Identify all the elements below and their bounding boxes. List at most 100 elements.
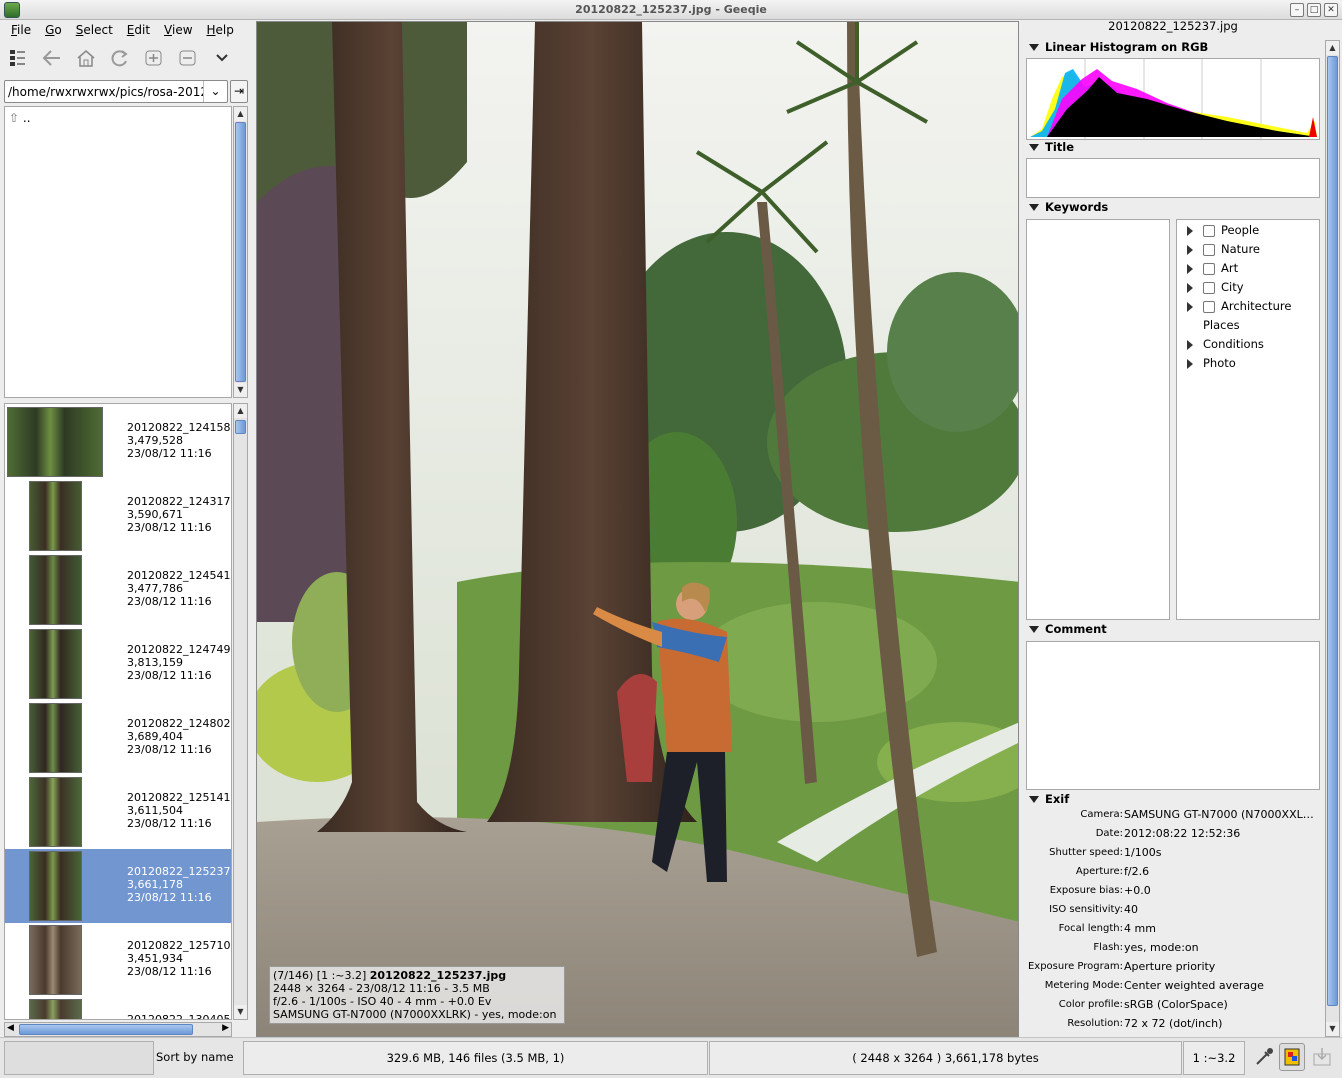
minimize-button[interactable]: – bbox=[1290, 3, 1304, 17]
home-button[interactable] bbox=[72, 44, 100, 72]
file-list-scrollbar[interactable]: ▲ ▼ bbox=[233, 403, 248, 1020]
file-thumbnail[interactable] bbox=[29, 703, 82, 773]
file-thumbnail[interactable] bbox=[29, 777, 82, 847]
scroll-thumb[interactable] bbox=[19, 1024, 193, 1035]
title-input[interactable] bbox=[1026, 158, 1320, 198]
scroll-up-icon[interactable]: ▲ bbox=[234, 107, 247, 121]
keyword-item[interactable]: Places bbox=[1187, 318, 1240, 332]
keyword-item[interactable]: People bbox=[1187, 223, 1259, 237]
exif-row: Camera: SAMSUNG GT-N7000 (N7000XXLRK) bbox=[1023, 808, 1323, 827]
keywords-section-header[interactable]: Keywords bbox=[1029, 200, 1108, 214]
thumbnails-toggle-button[interactable] bbox=[4, 44, 32, 72]
expander-triangle-icon[interactable] bbox=[1187, 358, 1193, 369]
scroll-thumb[interactable] bbox=[235, 420, 246, 434]
zoom-in-button[interactable] bbox=[140, 44, 168, 72]
toolbar-more-button[interactable] bbox=[208, 44, 236, 72]
path-combo[interactable]: /home/rwxrwxrwx/pics/rosa-2012 ⌄ bbox=[4, 80, 228, 103]
expander-triangle-icon[interactable] bbox=[1187, 263, 1193, 274]
keyword-tree[interactable]: People Nature Art City Architecture Places Con… bbox=[1176, 219, 1320, 620]
expander-triangle-icon[interactable] bbox=[1187, 282, 1193, 293]
menu-file[interactable]: File bbox=[4, 21, 38, 39]
comment-section-header[interactable]: Comment bbox=[1029, 622, 1107, 636]
keyword-item[interactable]: Conditions bbox=[1187, 337, 1264, 351]
keyword-checkbox[interactable] bbox=[1203, 224, 1215, 237]
keyword-item[interactable]: Photo bbox=[1187, 356, 1236, 370]
expander-triangle-icon[interactable] bbox=[1187, 301, 1193, 312]
scroll-left-icon[interactable]: ◀ bbox=[7, 1023, 14, 1033]
path-input[interactable]: /home/rwxrwxrwx/pics/rosa-2012 bbox=[8, 85, 204, 99]
file-list-row[interactable]: 20120822_124749 3,813,159 23/08/12 11:16 bbox=[5, 627, 231, 701]
scroll-right-icon[interactable]: ▶ bbox=[222, 1023, 229, 1033]
parent-folder-item[interactable]: ⇧ .. bbox=[9, 111, 31, 125]
color-management-button[interactable] bbox=[1279, 1043, 1305, 1071]
expander-triangle-icon[interactable] bbox=[1187, 225, 1193, 236]
file-thumbnail[interactable] bbox=[29, 999, 82, 1019]
file-list-row[interactable]: 20120822_125237 3,661,178 23/08/12 11:16 bbox=[5, 849, 231, 923]
exif-row: Date: 2012:08:22 12:52:36 bbox=[1023, 827, 1323, 846]
keyword-item[interactable]: Nature bbox=[1187, 242, 1260, 256]
file-list-row[interactable]: 20120822_124802 3,689,404 23/08/12 11:16 bbox=[5, 701, 231, 775]
file-list-row[interactable]: 20120822_124158 3,479,528 23/08/12 11:16 bbox=[5, 405, 231, 479]
keyword-checkbox[interactable] bbox=[1203, 281, 1215, 294]
file-size: 3,477,786 bbox=[127, 582, 183, 595]
keyword-checkbox[interactable] bbox=[1203, 300, 1215, 313]
file-list[interactable]: 20120822_124158 3,479,528 23/08/12 11:16 20… bbox=[4, 403, 232, 1020]
image-viewer[interactable]: (7/146) [1 :~3.2] 20120822_125237.jpg 24… bbox=[256, 21, 1019, 1037]
status-zoom[interactable]: 1 :~3.2 bbox=[1183, 1041, 1245, 1075]
keyword-item[interactable]: City bbox=[1187, 280, 1244, 294]
maximize-button[interactable]: □ bbox=[1307, 3, 1321, 17]
file-list-row[interactable]: 20120822_130405 bbox=[5, 997, 231, 1019]
file-list-hscrollbar[interactable]: ▶ ◀ bbox=[4, 1022, 232, 1037]
file-thumbnail[interactable] bbox=[29, 925, 82, 995]
directory-scrollbar[interactable]: ▲ ▼ bbox=[233, 106, 248, 398]
menu-help[interactable]: Help bbox=[200, 21, 241, 39]
file-thumbnail[interactable] bbox=[29, 481, 82, 551]
close-button[interactable]: ✕ bbox=[1324, 3, 1338, 17]
menu-edit[interactable]: Edit bbox=[120, 21, 157, 39]
keyword-checkbox[interactable] bbox=[1203, 262, 1215, 275]
histogram-section-header[interactable]: Linear Histogram on RGB bbox=[1029, 40, 1208, 54]
zoom-out-button[interactable] bbox=[174, 44, 202, 72]
menu-go[interactable]: Go bbox=[38, 21, 69, 39]
scroll-down-icon[interactable]: ▼ bbox=[234, 383, 247, 397]
expander-triangle-icon[interactable] bbox=[1187, 244, 1193, 255]
scroll-thumb[interactable] bbox=[235, 122, 246, 382]
directory-list[interactable]: ⇧ .. bbox=[4, 106, 232, 398]
refresh-button[interactable] bbox=[106, 44, 134, 72]
expander-triangle-icon[interactable] bbox=[1187, 339, 1193, 350]
file-meta: 20120822_124749 3,813,159 23/08/12 11:16 bbox=[127, 643, 230, 682]
keyword-item[interactable]: Art bbox=[1187, 261, 1238, 275]
sort-button[interactable]: Sort by name bbox=[156, 1041, 240, 1075]
file-thumbnail[interactable] bbox=[7, 407, 103, 477]
title-section-header[interactable]: Title bbox=[1029, 140, 1074, 154]
sidebar-scrollbar[interactable]: ▲ ▼ bbox=[1325, 40, 1340, 1037]
file-thumbnail[interactable] bbox=[29, 851, 82, 921]
histogram-graph[interactable] bbox=[1026, 58, 1320, 140]
color-picker-button[interactable] bbox=[1253, 1046, 1275, 1068]
file-list-row[interactable]: 20120822_125141 3,611,504 23/08/12 11:16 bbox=[5, 775, 231, 849]
write-metadata-button[interactable] bbox=[1311, 1046, 1333, 1068]
back-button[interactable] bbox=[38, 44, 66, 72]
keyword-item[interactable]: Architecture bbox=[1187, 299, 1291, 313]
file-list-row[interactable]: 20120822_124541 3,477,786 23/08/12 11:16 bbox=[5, 553, 231, 627]
scroll-up-icon[interactable]: ▲ bbox=[1326, 41, 1339, 55]
path-go-button[interactable]: ⇥ bbox=[230, 80, 248, 103]
chevron-down-icon[interactable]: ⌄ bbox=[203, 81, 227, 102]
arrow-left-icon bbox=[42, 50, 60, 66]
scroll-down-icon[interactable]: ▼ bbox=[234, 1005, 247, 1019]
file-thumbnail[interactable] bbox=[29, 555, 82, 625]
file-list-row[interactable]: 20120822_125710 3,451,934 23/08/12 11:16 bbox=[5, 923, 231, 997]
exif-section-header[interactable]: Exif bbox=[1029, 792, 1069, 806]
comment-textarea[interactable] bbox=[1026, 641, 1320, 790]
keyword-checkbox[interactable] bbox=[1203, 243, 1215, 256]
scroll-up-icon[interactable]: ▲ bbox=[234, 404, 247, 418]
file-list-row[interactable]: 20120822_124317 3,590,671 23/08/12 11:16 bbox=[5, 479, 231, 553]
file-thumbnail[interactable] bbox=[29, 629, 82, 699]
menu-select[interactable]: Select bbox=[69, 21, 120, 39]
exif-key: Aperture: bbox=[1075, 866, 1123, 877]
menu-view[interactable]: View bbox=[157, 21, 199, 39]
file-date: 23/08/12 11:16 bbox=[127, 965, 212, 978]
scroll-thumb[interactable] bbox=[1327, 56, 1338, 1006]
keywords-textarea[interactable] bbox=[1026, 219, 1170, 620]
scroll-down-icon[interactable]: ▼ bbox=[1326, 1022, 1339, 1036]
